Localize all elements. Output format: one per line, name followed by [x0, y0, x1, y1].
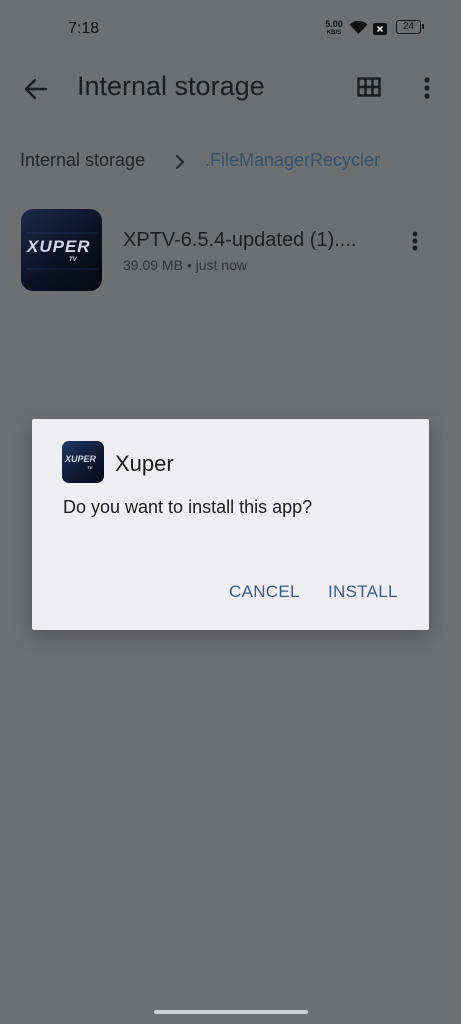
grid-view-icon[interactable]: [357, 77, 381, 102]
file-name: XPTV-6.5.4-updated (1)....: [123, 229, 357, 251]
arrow-left-icon[interactable]: [22, 75, 50, 108]
app-icon: XUPER TV: [62, 441, 104, 483]
breadcrumb: Internal storage .FileManagerRecycler: [20, 150, 460, 174]
battery-level: 24: [402, 21, 415, 32]
more-vertical-icon[interactable]: [420, 75, 434, 106]
file-logo-word: XUPER: [27, 237, 91, 256]
breadcrumb-current[interactable]: .FileManagerRecycler: [205, 150, 380, 171]
install-button[interactable]: INSTALL: [328, 582, 398, 602]
no-sim-icon: [372, 22, 388, 40]
file-logo-text: XUPER TV: [21, 209, 102, 291]
gesture-nav-handle[interactable]: [154, 1010, 308, 1014]
install-dialog: XUPER TV Xuper Do you want to install th…: [32, 419, 429, 630]
more-vertical-icon[interactable]: [408, 229, 422, 260]
net-speed-unit: KB/S: [326, 30, 342, 36]
page-title: Internal storage: [77, 71, 265, 101]
status-time: 7:18: [68, 20, 100, 37]
dialog-app-name: Xuper: [115, 451, 174, 476]
app-bar: Internal storage: [0, 58, 461, 122]
breadcrumb-root[interactable]: Internal storage: [20, 150, 145, 171]
wifi-icon: [349, 20, 368, 40]
dialog-logo-text: XUPER TV: [62, 441, 104, 483]
net-speed: 5.00 KB/S: [322, 20, 346, 38]
battery-icon: 24: [396, 20, 424, 34]
chevron-right-icon: [173, 152, 187, 177]
cancel-button[interactable]: CANCEL: [229, 582, 300, 602]
status-bar: 7:18 5.00 KB/S 24: [0, 0, 461, 58]
file-meta: 39.09 MB • just now: [123, 257, 247, 273]
net-speed-value: 5.00: [325, 19, 343, 29]
dialog-message: Do you want to install this app?: [63, 497, 313, 517]
dialog-logo-sub: TV: [87, 465, 93, 470]
file-thumbnail: XUPER TV: [21, 209, 102, 291]
dialog-logo-word: XUPER: [65, 454, 97, 464]
file-list-item[interactable]: XUPER TV XPTV-6.5.4-updated (1).... 39.0…: [0, 205, 461, 297]
file-logo-sub: TV: [69, 257, 77, 263]
